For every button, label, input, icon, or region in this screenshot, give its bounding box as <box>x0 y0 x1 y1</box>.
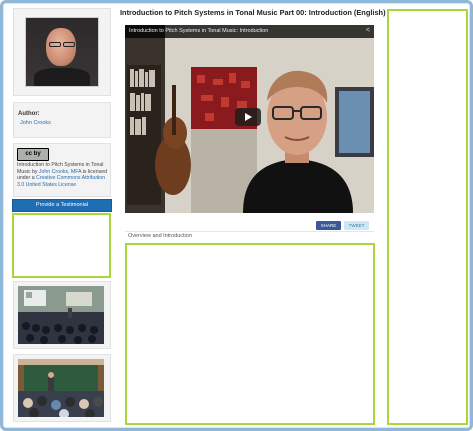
ad-slot-left[interactable] <box>12 213 111 278</box>
page-title: Introduction to Pitch Systems in Tonal M… <box>120 8 386 17</box>
provide-testimonial-button[interactable]: Provide a Testimonial <box>12 199 112 212</box>
classroom-image[interactable] <box>18 359 104 417</box>
video-title-bar: Introduction to Pitch Systems in Tonal M… <box>125 25 374 38</box>
license-author-link[interactable]: John Crooks, MFA <box>39 169 81 175</box>
related-video-thumb-1[interactable] <box>13 281 111 349</box>
video-player[interactable]: Introduction to Pitch Systems in Tonal M… <box>125 25 374 213</box>
author-label: Author: <box>18 111 40 117</box>
author-name-link[interactable]: John Crooks <box>20 120 51 126</box>
author-card: Author: John Crooks <box>13 102 111 138</box>
twitter-share-button[interactable]: TWEET <box>344 221 369 230</box>
video-description: Overview and Introduction <box>125 231 374 240</box>
facebook-share-button[interactable]: SHARE <box>316 221 341 230</box>
play-icon[interactable] <box>235 108 261 126</box>
author-photo[interactable] <box>25 17 99 87</box>
ad-slot-main[interactable] <box>125 243 375 425</box>
author-photo-card <box>13 8 111 96</box>
cc-license-badge[interactable]: cc by <box>17 148 49 161</box>
lecture-hall-image[interactable] <box>18 286 104 344</box>
ad-slot-right[interactable] <box>387 9 468 425</box>
license-text: Introduction to Pitch Systems in Tonal M… <box>17 162 109 188</box>
related-video-thumb-2[interactable] <box>13 354 111 422</box>
video-title[interactable]: Introduction to Pitch Systems in Tonal M… <box>129 28 268 34</box>
share-icon[interactable]: < <box>366 27 370 34</box>
license-card: cc by Introduction to Pitch Systems in T… <box>13 143 111 197</box>
